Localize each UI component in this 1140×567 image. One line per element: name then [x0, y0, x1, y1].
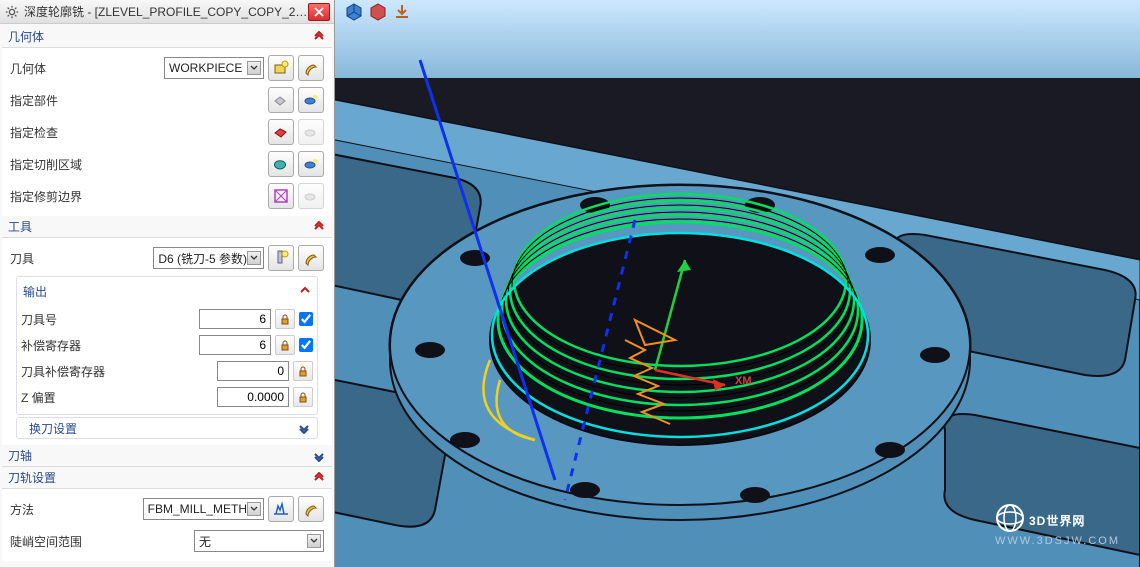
- display-check-button: [298, 119, 324, 145]
- specify-check-button[interactable]: [268, 119, 294, 145]
- specify-trim-button[interactable]: [268, 183, 294, 209]
- axis-x-label: XM: [735, 375, 752, 387]
- tool-change-header[interactable]: 换刀设置: [16, 417, 318, 439]
- dialog-title: 深度轮廓铣 - [ZLEVEL_PROFILE_COPY_COPY_2_C...: [24, 3, 308, 20]
- section-content-path: 方法 FBM_MILL_METH 陡峭空间范围 无: [2, 489, 332, 561]
- chevron-down-icon: [312, 449, 326, 463]
- z-offset-input[interactable]: [217, 387, 289, 407]
- new-tool-button[interactable]: [268, 245, 294, 271]
- watermark: 3D世界网 WWW.3DSJW.COM: [995, 500, 1120, 547]
- geometry-dropdown[interactable]: WORKPIECE: [164, 57, 264, 79]
- new-geometry-button[interactable]: [268, 55, 294, 81]
- geometry-label: 几何体: [10, 60, 160, 77]
- z-offset-label: Z 偏置: [21, 389, 213, 406]
- method-dropdown[interactable]: FBM_MILL_METH: [143, 498, 264, 520]
- specify-cut-area-label: 指定切削区域: [10, 156, 264, 173]
- display-trim-button: [298, 183, 324, 209]
- chevron-up-icon: [312, 220, 326, 234]
- chevron-down-icon: [247, 61, 261, 75]
- section-header-geometry[interactable]: 几何体: [2, 26, 332, 48]
- tool-label: 刀具: [10, 250, 149, 267]
- tool-comp-register-input[interactable]: [217, 361, 289, 381]
- gear-icon: [4, 4, 20, 20]
- tool-number-check[interactable]: [299, 312, 313, 326]
- close-button[interactable]: [308, 3, 330, 21]
- 3d-scene: [335, 0, 1140, 567]
- output-header[interactable]: 输出: [21, 281, 313, 306]
- lock-icon[interactable]: [293, 361, 313, 381]
- chevron-down-icon: [247, 502, 261, 516]
- method-inherit-button[interactable]: [268, 496, 294, 522]
- section-content-geometry: 几何体 WORKPIECE 指定部件 指定检查 指定切削区域: [2, 48, 332, 216]
- output-subsection: 输出 刀具号 补偿寄存器 刀具补偿寄存器: [16, 276, 318, 415]
- section-header-tool-axis[interactable]: 刀轴: [2, 445, 332, 467]
- chevron-down-icon: [247, 251, 261, 265]
- lock-icon[interactable]: [275, 335, 295, 355]
- edit-geometry-button[interactable]: [298, 55, 324, 81]
- specify-part-label: 指定部件: [10, 92, 264, 109]
- chevron-up-icon: [312, 30, 326, 44]
- download-icon[interactable]: [392, 2, 412, 22]
- tool-comp-register-label: 刀具补偿寄存器: [21, 363, 213, 380]
- specify-cut-area-button[interactable]: [268, 151, 294, 177]
- lock-icon[interactable]: [275, 309, 295, 329]
- tool-dropdown[interactable]: D6 (铣刀-5 参数): [153, 247, 264, 269]
- globe-icon: [995, 503, 1025, 533]
- edit-tool-button[interactable]: [298, 245, 324, 271]
- dialog-body: 几何体 几何体 WORKPIECE 指定部件 指定检查: [0, 24, 334, 567]
- chevron-down-icon: [307, 534, 321, 548]
- cube-blue-icon[interactable]: [344, 2, 364, 22]
- section-header-tool[interactable]: 工具: [2, 216, 332, 238]
- chevron-down-icon: [297, 421, 311, 435]
- section-header-path-settings[interactable]: 刀轨设置: [2, 467, 332, 489]
- comp-register-check[interactable]: [299, 338, 313, 352]
- chevron-up-icon: [299, 284, 311, 299]
- specify-part-button[interactable]: [268, 87, 294, 113]
- 3d-viewport[interactable]: XM 3D世界网 WWW.3DSJW.COM: [335, 0, 1140, 567]
- chevron-up-icon: [312, 471, 326, 485]
- comp-register-input[interactable]: [199, 335, 271, 355]
- steep-label: 陡峭空间范围: [10, 533, 190, 550]
- tool-number-input[interactable]: [199, 309, 271, 329]
- cube-red-icon[interactable]: [368, 2, 388, 22]
- dialog-titlebar: 深度轮廓铣 - [ZLEVEL_PROFILE_COPY_COPY_2_C...: [0, 0, 334, 24]
- display-part-button[interactable]: [298, 87, 324, 113]
- method-edit-button[interactable]: [298, 496, 324, 522]
- specify-trim-label: 指定修剪边界: [10, 188, 264, 205]
- steep-dropdown[interactable]: 无: [194, 530, 324, 552]
- method-label: 方法: [10, 501, 139, 518]
- tool-number-label: 刀具号: [21, 311, 195, 328]
- lock-icon[interactable]: [293, 387, 313, 407]
- operation-dialog: 深度轮廓铣 - [ZLEVEL_PROFILE_COPY_COPY_2_C...…: [0, 0, 335, 567]
- display-cut-area-button[interactable]: [298, 151, 324, 177]
- comp-register-label: 补偿寄存器: [21, 337, 195, 354]
- specify-check-label: 指定检查: [10, 124, 264, 141]
- section-content-tool: 刀具 D6 (铣刀-5 参数) 输出 刀具号: [2, 238, 332, 445]
